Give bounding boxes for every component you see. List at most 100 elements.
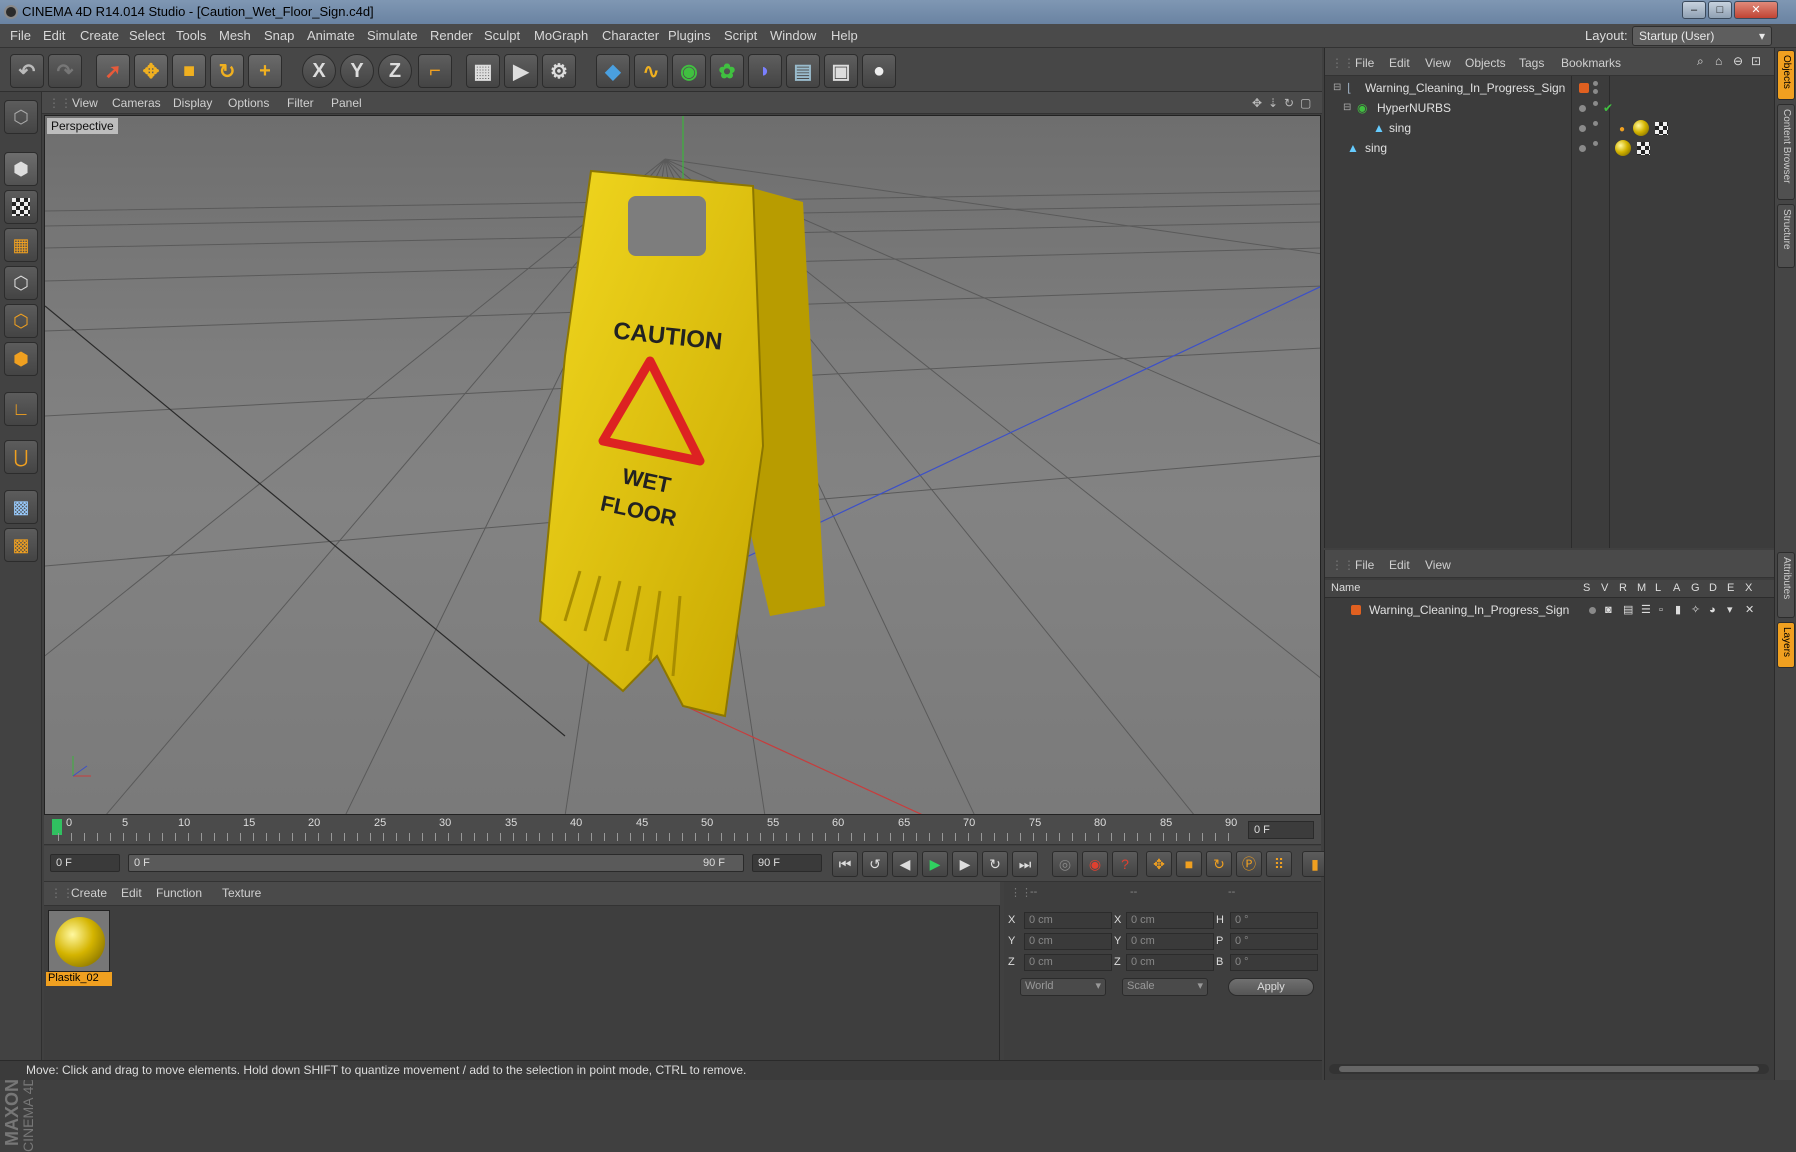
rot-p-field[interactable]: 0 ° (1230, 933, 1318, 950)
edges-mode-button[interactable]: ⬡ (4, 304, 38, 338)
menu-window[interactable]: Window (770, 28, 816, 43)
object-menu-bookmarks[interactable]: Bookmarks (1561, 56, 1621, 70)
coordinate-system-button[interactable]: ⌐ (418, 54, 452, 88)
menu-animate[interactable]: Animate (307, 28, 355, 43)
key-rotation-button[interactable]: ↻ (1206, 851, 1232, 877)
pos-y-field[interactable]: 0 cm (1024, 933, 1112, 950)
layer-menu-edit[interactable]: Edit (1389, 558, 1410, 572)
frame-range-slider[interactable]: 0 F 90 F (128, 854, 744, 872)
size-z-field[interactable]: 0 cm (1126, 954, 1214, 971)
menu-sculpt[interactable]: Sculpt (484, 28, 520, 43)
points-mode-button[interactable]: ⬡ (4, 266, 38, 300)
close-button[interactable]: ✕ (1734, 1, 1778, 19)
menu-snap[interactable]: Snap (264, 28, 294, 43)
object-menu-edit[interactable]: Edit (1389, 56, 1410, 70)
material-name[interactable]: Plastik_02 (46, 972, 112, 986)
object-name[interactable]: sing (1389, 118, 1411, 138)
layer-row[interactable]: Warning_Cleaning_In_Progress_Sign ◙ ▤ ☰ … (1325, 600, 1775, 620)
render-visibility-dot[interactable] (1593, 121, 1598, 126)
menu-file[interactable]: File (10, 28, 31, 43)
filter-icon[interactable]: ⊖ (1733, 54, 1743, 68)
render-settings-button[interactable]: ⚙ (542, 54, 576, 88)
key-pla-button[interactable]: ⠿ (1266, 851, 1292, 877)
keyframe-selection-button[interactable]: ? (1112, 851, 1138, 877)
array-button[interactable]: ✿ (710, 54, 744, 88)
undo-button[interactable]: ↶ (10, 54, 44, 88)
current-frame-field[interactable]: 0 F (1248, 821, 1314, 839)
end-frame-field[interactable]: 90 F (752, 854, 822, 872)
column-render[interactable]: R (1619, 582, 1627, 594)
view-eye-icon[interactable]: ◙ (1605, 600, 1612, 620)
key-parameter-button[interactable]: Ⓟ (1236, 851, 1262, 877)
z-axis-button[interactable]: Z (378, 54, 412, 88)
next-key-button[interactable]: ↻ (982, 851, 1008, 877)
axis-mode-button[interactable]: ∟ (4, 392, 38, 426)
light-button[interactable]: ● (862, 54, 896, 88)
layer-menu-file[interactable]: File (1355, 558, 1374, 572)
phong-tag-icon[interactable]: ● (1619, 120, 1625, 140)
polygons-mode-button[interactable]: ⬢ (4, 342, 38, 376)
render-visibility-dot[interactable] (1593, 101, 1598, 106)
render-visibility-dot[interactable] (1593, 141, 1598, 146)
object-name[interactable]: Warning_Cleaning_In_Progress_Sign (1365, 78, 1565, 98)
column-generators[interactable]: G (1691, 582, 1700, 594)
object-menu-view[interactable]: View (1425, 56, 1451, 70)
menu-plugins[interactable]: Plugins (668, 28, 711, 43)
apply-button[interactable]: Apply (1228, 978, 1314, 996)
column-locked[interactable]: L (1655, 582, 1661, 594)
render-picture-viewer-button[interactable]: ▶ (504, 54, 538, 88)
menu-edit[interactable]: Edit (43, 28, 65, 43)
menu-mograph[interactable]: MoGraph (534, 28, 588, 43)
menu-mesh[interactable]: Mesh (219, 28, 251, 43)
solo-toggle-icon[interactable] (1589, 607, 1596, 614)
xref-icon[interactable]: ✕ (1745, 600, 1754, 620)
object-name[interactable]: sing (1365, 138, 1387, 158)
expression-icon[interactable]: ▾ (1727, 600, 1733, 620)
menu-script[interactable]: Script (724, 28, 757, 43)
object-name[interactable]: HyperNURBS (1377, 98, 1451, 118)
editor-visibility-dot[interactable] (1579, 145, 1586, 152)
uvw-tag-icon[interactable] (1655, 122, 1668, 135)
add-object-button[interactable]: + (248, 54, 282, 88)
cube-button[interactable]: ◆ (596, 54, 630, 88)
render-icon[interactable]: ▤ (1623, 600, 1633, 620)
scale-button[interactable]: ■ (172, 54, 206, 88)
uvw-tag-icon[interactable] (1637, 142, 1650, 155)
record-keys-button[interactable]: ◎ (1052, 851, 1078, 877)
material-tag-icon[interactable] (1615, 140, 1631, 156)
viewport-menu-display[interactable]: Display (173, 96, 212, 110)
live-selection-button[interactable]: ➚ (96, 54, 130, 88)
x-axis-button[interactable]: X (302, 54, 336, 88)
pos-z-field[interactable]: 0 cm (1024, 954, 1112, 971)
menu-select[interactable]: Select (129, 28, 165, 43)
horizontal-scrollbar[interactable] (1329, 1064, 1769, 1074)
editor-visibility-dot[interactable] (1579, 105, 1586, 112)
nurbs-button[interactable]: ◉ (672, 54, 706, 88)
layer-menu-view[interactable]: View (1425, 558, 1451, 572)
column-view[interactable]: V (1601, 582, 1608, 594)
material-menu-edit[interactable]: Edit (121, 886, 142, 900)
object-menu-file[interactable]: File (1355, 56, 1374, 70)
scrollbar-thumb[interactable] (1339, 1066, 1759, 1072)
texture-mode-button[interactable] (4, 190, 38, 224)
perspective-viewport[interactable]: CAUTION WET FLOOR Perspective (44, 115, 1321, 815)
menu-tools[interactable]: Tools (176, 28, 206, 43)
object-menu-tags[interactable]: Tags (1519, 56, 1544, 70)
column-name[interactable]: Name (1331, 582, 1360, 594)
material-menu-function[interactable]: Function (156, 886, 202, 900)
size-x-field[interactable]: 0 cm (1126, 912, 1214, 929)
viewport-menu-panel[interactable]: Panel (331, 96, 362, 110)
workplane-rotate-button[interactable]: ▩ (4, 528, 38, 562)
layer-name[interactable]: Warning_Cleaning_In_Progress_Sign (1369, 600, 1569, 620)
deformer-icon[interactable]: ◕ (1709, 600, 1716, 620)
viewport-menu-view[interactable]: View (72, 96, 98, 110)
move-button[interactable]: ✥ (134, 54, 168, 88)
goto-start-button[interactable]: ⏮ (832, 851, 858, 877)
size-y-field[interactable]: 0 cm (1126, 933, 1214, 950)
material-thumbnail[interactable] (48, 910, 110, 972)
menu-create[interactable]: Create (80, 28, 119, 43)
object-row[interactable]: ⊟ ◉ HyperNURBS ✔ (1325, 98, 1775, 118)
material-menu-texture[interactable]: Texture (222, 886, 261, 900)
autokey-button[interactable]: ◉ (1082, 851, 1108, 877)
zoom-view-icon[interactable]: ⇣ (1268, 96, 1278, 110)
